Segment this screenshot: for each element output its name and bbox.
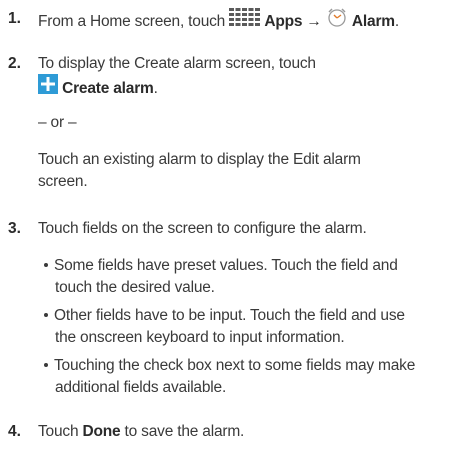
step-4-pre: Touch <box>38 423 79 440</box>
apps-grid-icon <box>229 8 261 32</box>
step-2-alt-line-2: screen. <box>38 173 88 190</box>
step-1-end: . <box>394 13 399 31</box>
bullet-dot <box>44 312 48 317</box>
step-4-post: to save the alarm. <box>124 423 245 440</box>
bullet-2-line-2: the onscreen keyboard to input informati… <box>55 329 345 346</box>
bullet-3-line-2: additional fields available. <box>55 379 227 396</box>
bullet-dot <box>44 262 48 267</box>
step-3-number: 3. <box>8 220 21 237</box>
step-3-bullet-2: Other fields have to be input. Touch the… <box>44 306 405 326</box>
or-separator: – or – <box>38 114 77 131</box>
step-4-number: 4. <box>8 423 21 440</box>
alarm-clock-icon <box>326 7 348 33</box>
step-3-bullet-1: Some fields have preset values. Touch th… <box>44 256 398 276</box>
step-2-line-2: Create alarm. <box>38 74 158 102</box>
step-4-text: Touch Done to save the alarm. <box>38 422 244 442</box>
step-3-text: Touch fields on the screen to configure … <box>38 220 367 237</box>
step-1-text: From a Home screen, touch Apps → Alarm. <box>38 7 399 35</box>
bullet-3-line-1: Touching the check box next to some fiel… <box>54 357 416 374</box>
plus-icon <box>38 74 58 100</box>
bullet-1-line-2: touch the desired value. <box>55 279 215 296</box>
alarm-label: Alarm <box>351 13 395 31</box>
step-2-end: . <box>153 80 158 98</box>
bullet-dot <box>44 362 48 367</box>
bullet-1-line-1: Some fields have preset values. Touch th… <box>54 257 398 274</box>
arrow-glyph: → <box>306 13 322 31</box>
create-alarm-label: Create alarm <box>62 80 154 98</box>
apps-label: Apps <box>264 13 303 31</box>
step-3-bullet-3: Touching the check box next to some fiel… <box>44 356 415 376</box>
done-label: Done <box>82 423 121 440</box>
step-2-line-1: To display the Create alarm screen, touc… <box>38 55 316 72</box>
step-2-alt-line-1: Touch an existing alarm to display the E… <box>38 151 361 168</box>
step-1-number: 1. <box>8 10 21 27</box>
instructions-document: 1. From a Home screen, touch Apps → Alar… <box>0 0 467 459</box>
step-1-pre: From a Home screen, touch <box>38 13 226 31</box>
bullet-2-line-1: Other fields have to be input. Touch the… <box>54 307 405 324</box>
step-2-number: 2. <box>8 55 21 72</box>
